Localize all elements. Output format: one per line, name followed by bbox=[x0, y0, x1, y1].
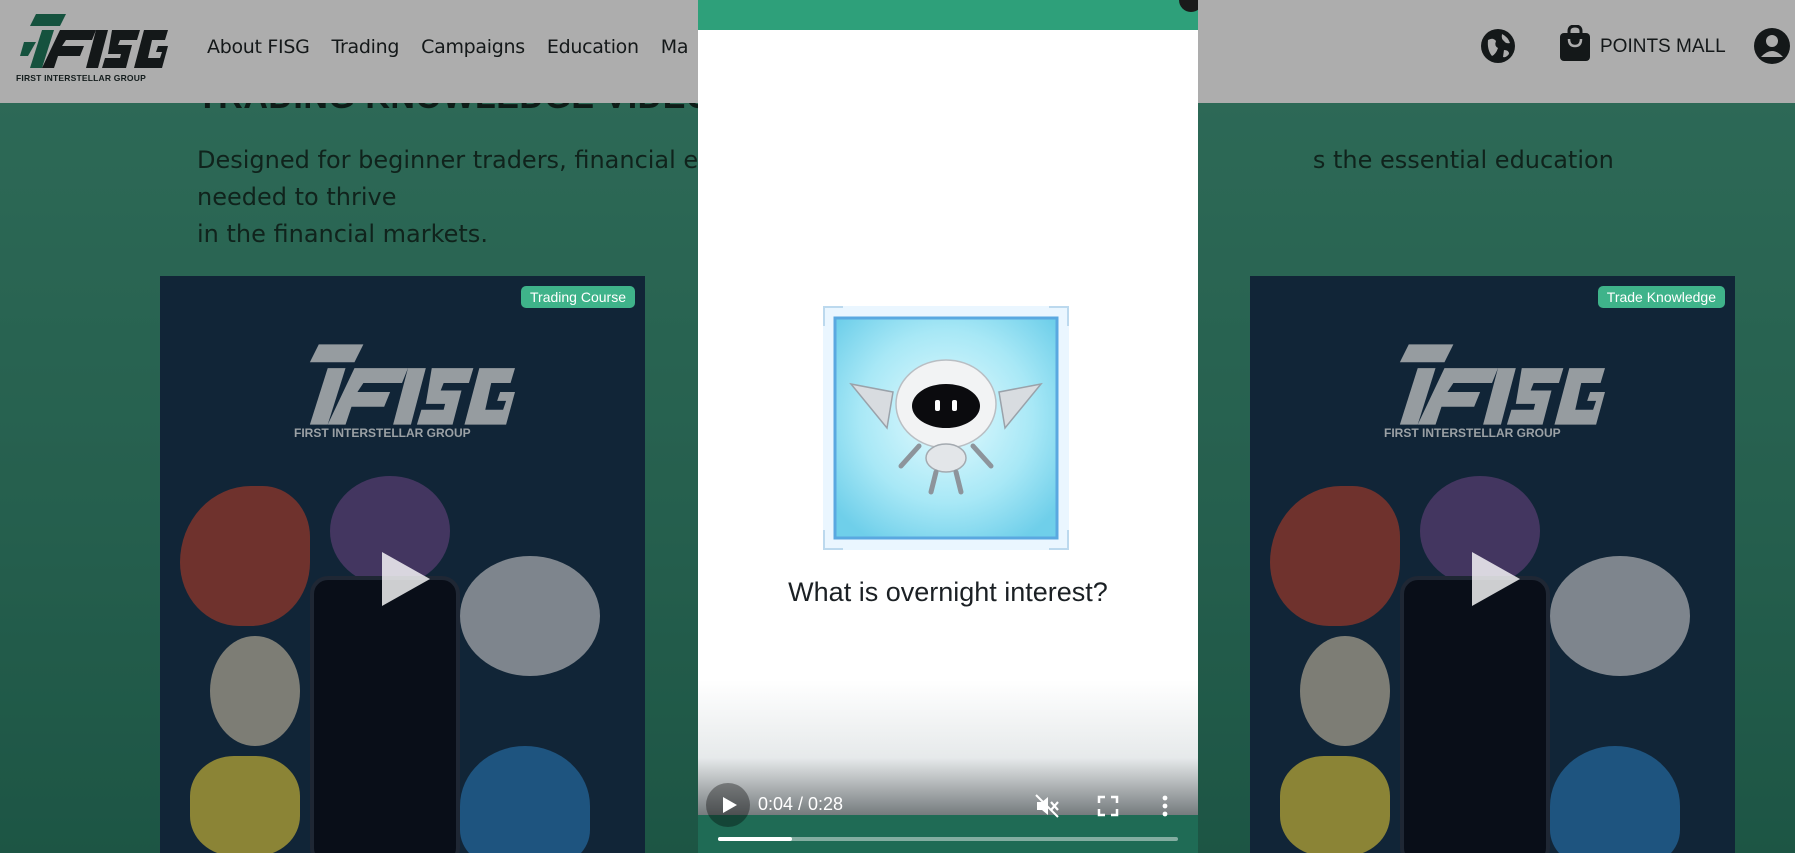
modal-top-bar bbox=[698, 0, 1198, 30]
play-icon bbox=[723, 797, 737, 813]
more-options-icon[interactable] bbox=[1152, 793, 1178, 819]
video-progress-bar[interactable] bbox=[718, 837, 1178, 841]
robot-illustration bbox=[823, 306, 1069, 550]
mute-icon[interactable] bbox=[1034, 793, 1060, 819]
fullscreen-icon[interactable] bbox=[1096, 794, 1120, 818]
video-time-display: 0:04 / 0:28 bbox=[758, 794, 844, 814]
video-progress-fill bbox=[718, 837, 792, 841]
video-player-modal: What is overnight interest? 0:04 / 0:28 bbox=[698, 0, 1198, 853]
video-play-button[interactable] bbox=[706, 783, 750, 827]
video-caption-question: What is overnight interest? bbox=[788, 577, 1108, 607]
video-controls: 0:04 / 0:28 bbox=[698, 783, 1198, 828]
